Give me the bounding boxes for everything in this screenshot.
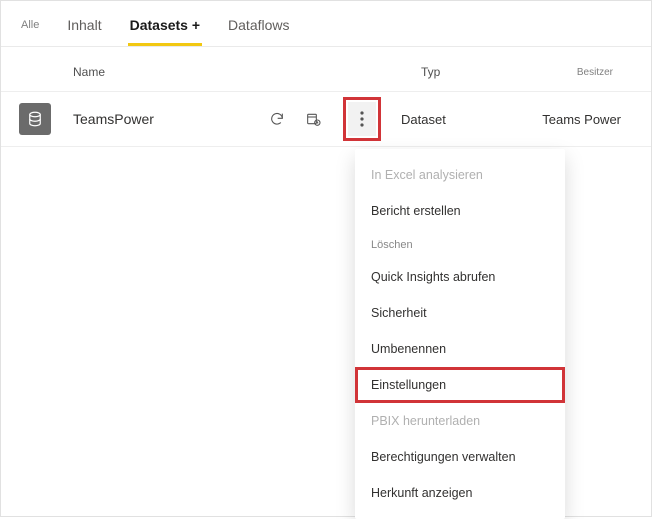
table-header: Name Typ Besitzer — [1, 47, 651, 91]
menu-security[interactable]: Sicherheit — [355, 295, 565, 331]
menu-rename[interactable]: Umbenennen — [355, 331, 565, 367]
row-type: Dataset — [401, 112, 446, 127]
row-actions — [265, 102, 381, 136]
more-options-highlight — [343, 97, 381, 141]
tab-bar: Alle Inhalt Datasets + Dataflows — [1, 1, 651, 47]
tab-datasets[interactable]: Datasets + — [128, 11, 202, 46]
schedule-refresh-icon[interactable] — [301, 107, 325, 131]
menu-view-lineage[interactable]: Herkunft anzeigen — [355, 475, 565, 511]
menu-analyze-excel: In Excel analysieren — [355, 157, 565, 193]
column-header-name[interactable]: Name — [73, 65, 373, 79]
row-owner[interactable]: Teams Power — [542, 112, 621, 127]
menu-manage-permissions[interactable]: Berechtigungen verwalten — [355, 439, 565, 475]
tab-all[interactable]: Alle — [19, 13, 41, 44]
more-options-button[interactable] — [348, 102, 376, 136]
row-name[interactable]: TeamsPower — [73, 111, 273, 127]
table-row[interactable]: TeamsPower Dataset Teams Power — [1, 91, 651, 147]
dataset-icon — [19, 103, 51, 135]
menu-create-report[interactable]: Bericht erstellen — [355, 193, 565, 229]
menu-quick-insights[interactable]: Quick Insights abrufen — [355, 259, 565, 295]
menu-delete[interactable]: Löschen — [355, 229, 565, 259]
menu-download-pbix: PBIX herunterladen — [355, 403, 565, 439]
tab-content[interactable]: Inhalt — [65, 11, 103, 46]
menu-settings[interactable]: Einstellungen — [355, 367, 565, 403]
refresh-icon[interactable] — [265, 107, 289, 131]
column-header-owner[interactable]: Besitzer — [577, 67, 613, 78]
column-header-type[interactable]: Typ — [421, 65, 531, 79]
tab-dataflows[interactable]: Dataflows — [226, 11, 291, 46]
context-menu: In Excel analysieren Bericht erstellen L… — [355, 149, 565, 519]
